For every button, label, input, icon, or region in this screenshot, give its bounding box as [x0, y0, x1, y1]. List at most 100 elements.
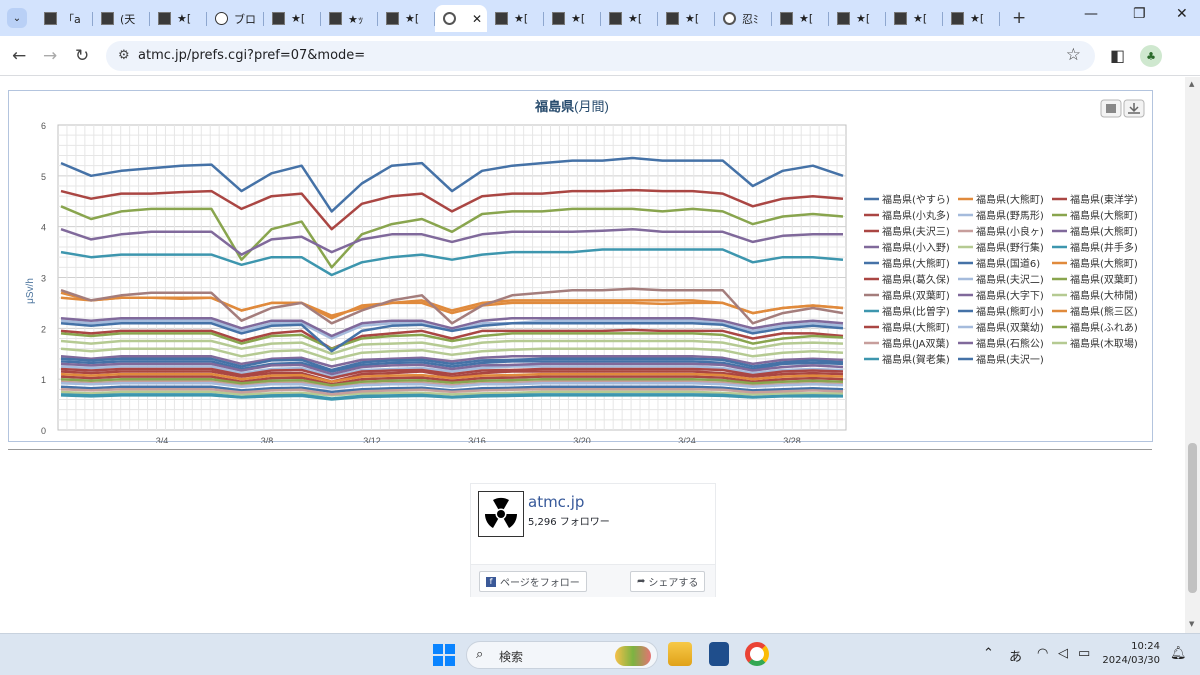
legend-item[interactable]: 福島県(夫沢二) [958, 273, 1044, 286]
reload-button[interactable]: ↻ [75, 46, 89, 66]
y-axis-ticks: 0 1 2 3 4 5 6 [41, 121, 46, 436]
legend-item[interactable]: 福島県(やすら) [864, 193, 950, 206]
site-info-icon[interactable]: ⚙ [118, 48, 130, 63]
download-button[interactable] [1123, 99, 1145, 118]
chevron-up-icon[interactable]: ⌃ [983, 646, 994, 661]
legend-item[interactable]: 福島県(石熊公) [958, 337, 1044, 350]
legend-item[interactable]: 福島県(大熊町) [1052, 209, 1138, 222]
new-tab-button[interactable]: + [1012, 8, 1026, 28]
legend-item[interactable]: 福島県(木取場) [1052, 337, 1138, 350]
tab-title: ★[ [177, 12, 192, 25]
close-tab-icon[interactable]: ✕ [472, 12, 482, 26]
start-button[interactable] [433, 644, 455, 666]
legend-label: 福島県(井手多) [1070, 241, 1138, 254]
legend-item[interactable]: 福島県(野行集) [958, 241, 1044, 254]
legend-item[interactable]: 福島県(大熊町) [864, 321, 950, 334]
legend-label: 福島県(夫沢一) [976, 353, 1044, 366]
tab-title: ★[ [970, 12, 985, 25]
legend-item[interactable]: 福島県(葛久保) [864, 273, 950, 286]
tab-search-button[interactable]: ⌄ [7, 8, 27, 28]
wifi-icon[interactable]: ◠ [1037, 646, 1048, 661]
legend-item[interactable]: 福島県(熊町小) [958, 305, 1044, 318]
legend-label: 福島県(熊三区) [1070, 305, 1138, 318]
taskbar-clock[interactable]: 10:24 2024/03/30 [1098, 640, 1160, 668]
legend-item[interactable]: 福島県(大熊町) [958, 193, 1044, 206]
legend-item[interactable]: 福島県(小丸多) [864, 209, 950, 222]
legend-item[interactable]: 福島県(大熊町) [864, 257, 950, 270]
scroll-down-icon[interactable]: ▼ [1189, 620, 1194, 628]
browser-tab[interactable]: ★[ [829, 5, 886, 32]
battery-icon[interactable]: ▭ [1078, 646, 1090, 661]
legend-item[interactable]: 福島県(熊三区) [1052, 305, 1138, 318]
browser-tab[interactable]: ★[ [943, 5, 1000, 32]
browser-tab[interactable]: ✕ [435, 5, 487, 32]
radiation-logo-icon[interactable] [478, 491, 524, 537]
legend-item[interactable]: 福島県(国道6) [958, 257, 1040, 270]
browser-tab[interactable]: ブロ [207, 5, 264, 32]
browser-tab[interactable]: ★[ [487, 5, 544, 32]
legend-item[interactable]: 福島県(大熊町) [1052, 257, 1138, 270]
browser-tab[interactable]: ★[ [544, 5, 601, 32]
legend-item[interactable]: 福島県(東洋学) [1052, 193, 1138, 206]
legend-item[interactable]: 福島県(ふれあ) [1052, 321, 1138, 334]
print-button[interactable] [1100, 99, 1122, 118]
notification-bell-icon[interactable]: 🔔︎ [1170, 646, 1187, 661]
legend-item[interactable]: 福島県(夫沢三) [864, 225, 950, 238]
legend-item[interactable]: 福島県(双葉町) [1052, 273, 1138, 286]
share-label: シェアする [648, 578, 699, 589]
forward-button[interactable]: → [43, 46, 57, 66]
legend-item[interactable]: 福島県(大字下) [958, 289, 1044, 302]
browser-tab[interactable]: 「a [36, 5, 93, 32]
ime-indicator[interactable]: あ [1009, 646, 1022, 665]
browser-tab[interactable]: ★ｯ [321, 5, 378, 32]
legend-item[interactable]: 福島県(双葉町) [864, 289, 950, 302]
taskbar-search[interactable]: ⌕ 検索 [466, 641, 658, 669]
y-tick-label: 3 [41, 274, 46, 284]
browser-tab[interactable]: ★[ [772, 5, 829, 32]
legend-item[interactable]: 福島県(賀老集) [864, 353, 950, 366]
browser-tab[interactable]: ★[ [150, 5, 207, 32]
browser-tab[interactable]: (天 [93, 5, 150, 32]
legend-item[interactable]: 福島県(大熊町) [1052, 225, 1138, 238]
legend-item[interactable]: 福島県(比曽字) [864, 305, 950, 318]
follow-label: ページをフォロー [500, 578, 580, 589]
url-text[interactable]: atmc.jp/prefs.cgi?pref=07&mode= [138, 48, 365, 63]
browser-tab[interactable]: ★[ [264, 5, 321, 32]
browser-tab[interactable]: ★[ [658, 5, 715, 32]
widget-page-name[interactable]: atmc.jp [528, 493, 584, 511]
address-bar[interactable]: ⚙ atmc.jp/prefs.cgi?pref=07&mode= ☆ [106, 41, 1095, 71]
legend-item[interactable]: 福島県(小入野) [864, 241, 950, 254]
browser-tab[interactable]: ★[ [601, 5, 658, 32]
legend-item[interactable]: 福島県(夫沢一) [958, 353, 1044, 366]
page-scrollbar[interactable]: ▲ ▼ [1185, 77, 1200, 633]
legend-item[interactable]: 福島県(野馬形) [958, 209, 1044, 222]
share-button[interactable]: ➦ シェアする [630, 571, 706, 592]
scroll-up-icon[interactable]: ▲ [1189, 80, 1194, 88]
browser-toolbar: ← → ↻ ⚙ atmc.jp/prefs.cgi?pref=07&mode= … [0, 36, 1200, 76]
profile-avatar[interactable]: ♣ [1140, 45, 1162, 67]
legend-item[interactable]: 福島県(双葉幼) [958, 321, 1044, 334]
legend-item[interactable]: 福島県(大柿閒) [1052, 289, 1138, 302]
minimize-icon[interactable]: — [1084, 6, 1098, 22]
file-explorer-icon[interactable] [668, 642, 692, 666]
legend-label: 福島県(小良ヶ) [976, 225, 1044, 238]
follow-page-button[interactable]: f ページをフォロー [479, 571, 587, 592]
browser-tab[interactable]: ★[ [378, 5, 435, 32]
legend-item[interactable]: 福島県(小良ヶ) [958, 225, 1044, 238]
bookmark-star-icon[interactable]: ☆ [1066, 45, 1081, 65]
legend-item[interactable]: 福島県(井手多) [1052, 241, 1138, 254]
side-panel-icon[interactable]: ◧ [1110, 46, 1125, 65]
x-tick-label: 3/28 [783, 436, 801, 443]
browser-tab[interactable]: 忍ﾐ [715, 5, 772, 32]
clock-time: 10:24 [1131, 641, 1160, 652]
legend-item[interactable]: 福島県(JA双葉) [864, 337, 950, 350]
y-tick-label: 6 [41, 121, 46, 131]
scrollbar-thumb[interactable] [1188, 443, 1197, 593]
browser-tab[interactable]: ★[ [886, 5, 943, 32]
close-window-icon[interactable]: ✕ [1176, 6, 1188, 22]
maximize-icon[interactable]: ❐ [1133, 6, 1146, 22]
chrome-taskbar-icon[interactable] [745, 642, 769, 666]
back-button[interactable]: ← [12, 46, 26, 66]
notepad-icon[interactable] [709, 642, 729, 666]
speaker-icon[interactable]: ◁ [1058, 646, 1068, 661]
